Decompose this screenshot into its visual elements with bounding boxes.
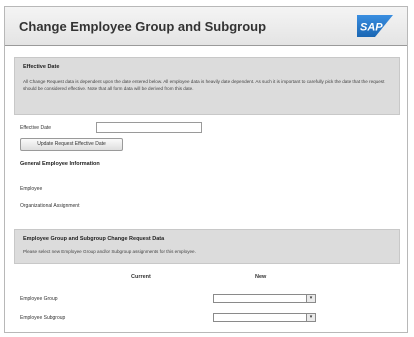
change-request-section: Employee Group and Subgroup Change Reque… <box>14 229 400 264</box>
employee-group-label: Employee Group <box>20 296 58 302</box>
page-title: Change Employee Group and Subgroup <box>19 19 267 34</box>
employee-subgroup-select[interactable]: ▾ <box>213 313 316 322</box>
general-info-heading: General Employee Information <box>20 161 100 167</box>
sap-logo: SAP <box>357 15 393 37</box>
update-effective-date-button[interactable]: Update Request Effective Date <box>20 138 123 151</box>
effective-date-label: Effective Date <box>20 125 52 131</box>
effective-date-description: All Change Request data is dependent upo… <box>23 79 385 91</box>
effective-date-input[interactable] <box>96 122 202 133</box>
page-header: Change Employee Group and Subgroup SAP <box>5 7 407 46</box>
org-assignment-label: Organizational Assignment <box>20 203 80 209</box>
effective-date-section: Effective Date All Change Request data i… <box>14 57 400 115</box>
employee-label: Employee <box>20 186 43 192</box>
effective-date-heading: Effective Date <box>23 64 60 70</box>
employee-group-select[interactable]: ▾ <box>213 294 316 303</box>
form-window: Change Employee Group and Subgroup SAP E… <box>4 6 408 333</box>
chevron-down-icon[interactable]: ▾ <box>306 295 315 302</box>
svg-text:SAP: SAP <box>360 22 383 34</box>
column-current-header: Current <box>131 274 151 280</box>
change-request-heading: Employee Group and Subgroup Change Reque… <box>23 236 165 242</box>
chevron-down-icon[interactable]: ▾ <box>306 314 315 321</box>
column-new-header: New <box>255 274 267 280</box>
change-request-description: Please select new Employee Group and/or … <box>23 249 196 254</box>
employee-subgroup-label: Employee Subgroup <box>20 315 66 321</box>
